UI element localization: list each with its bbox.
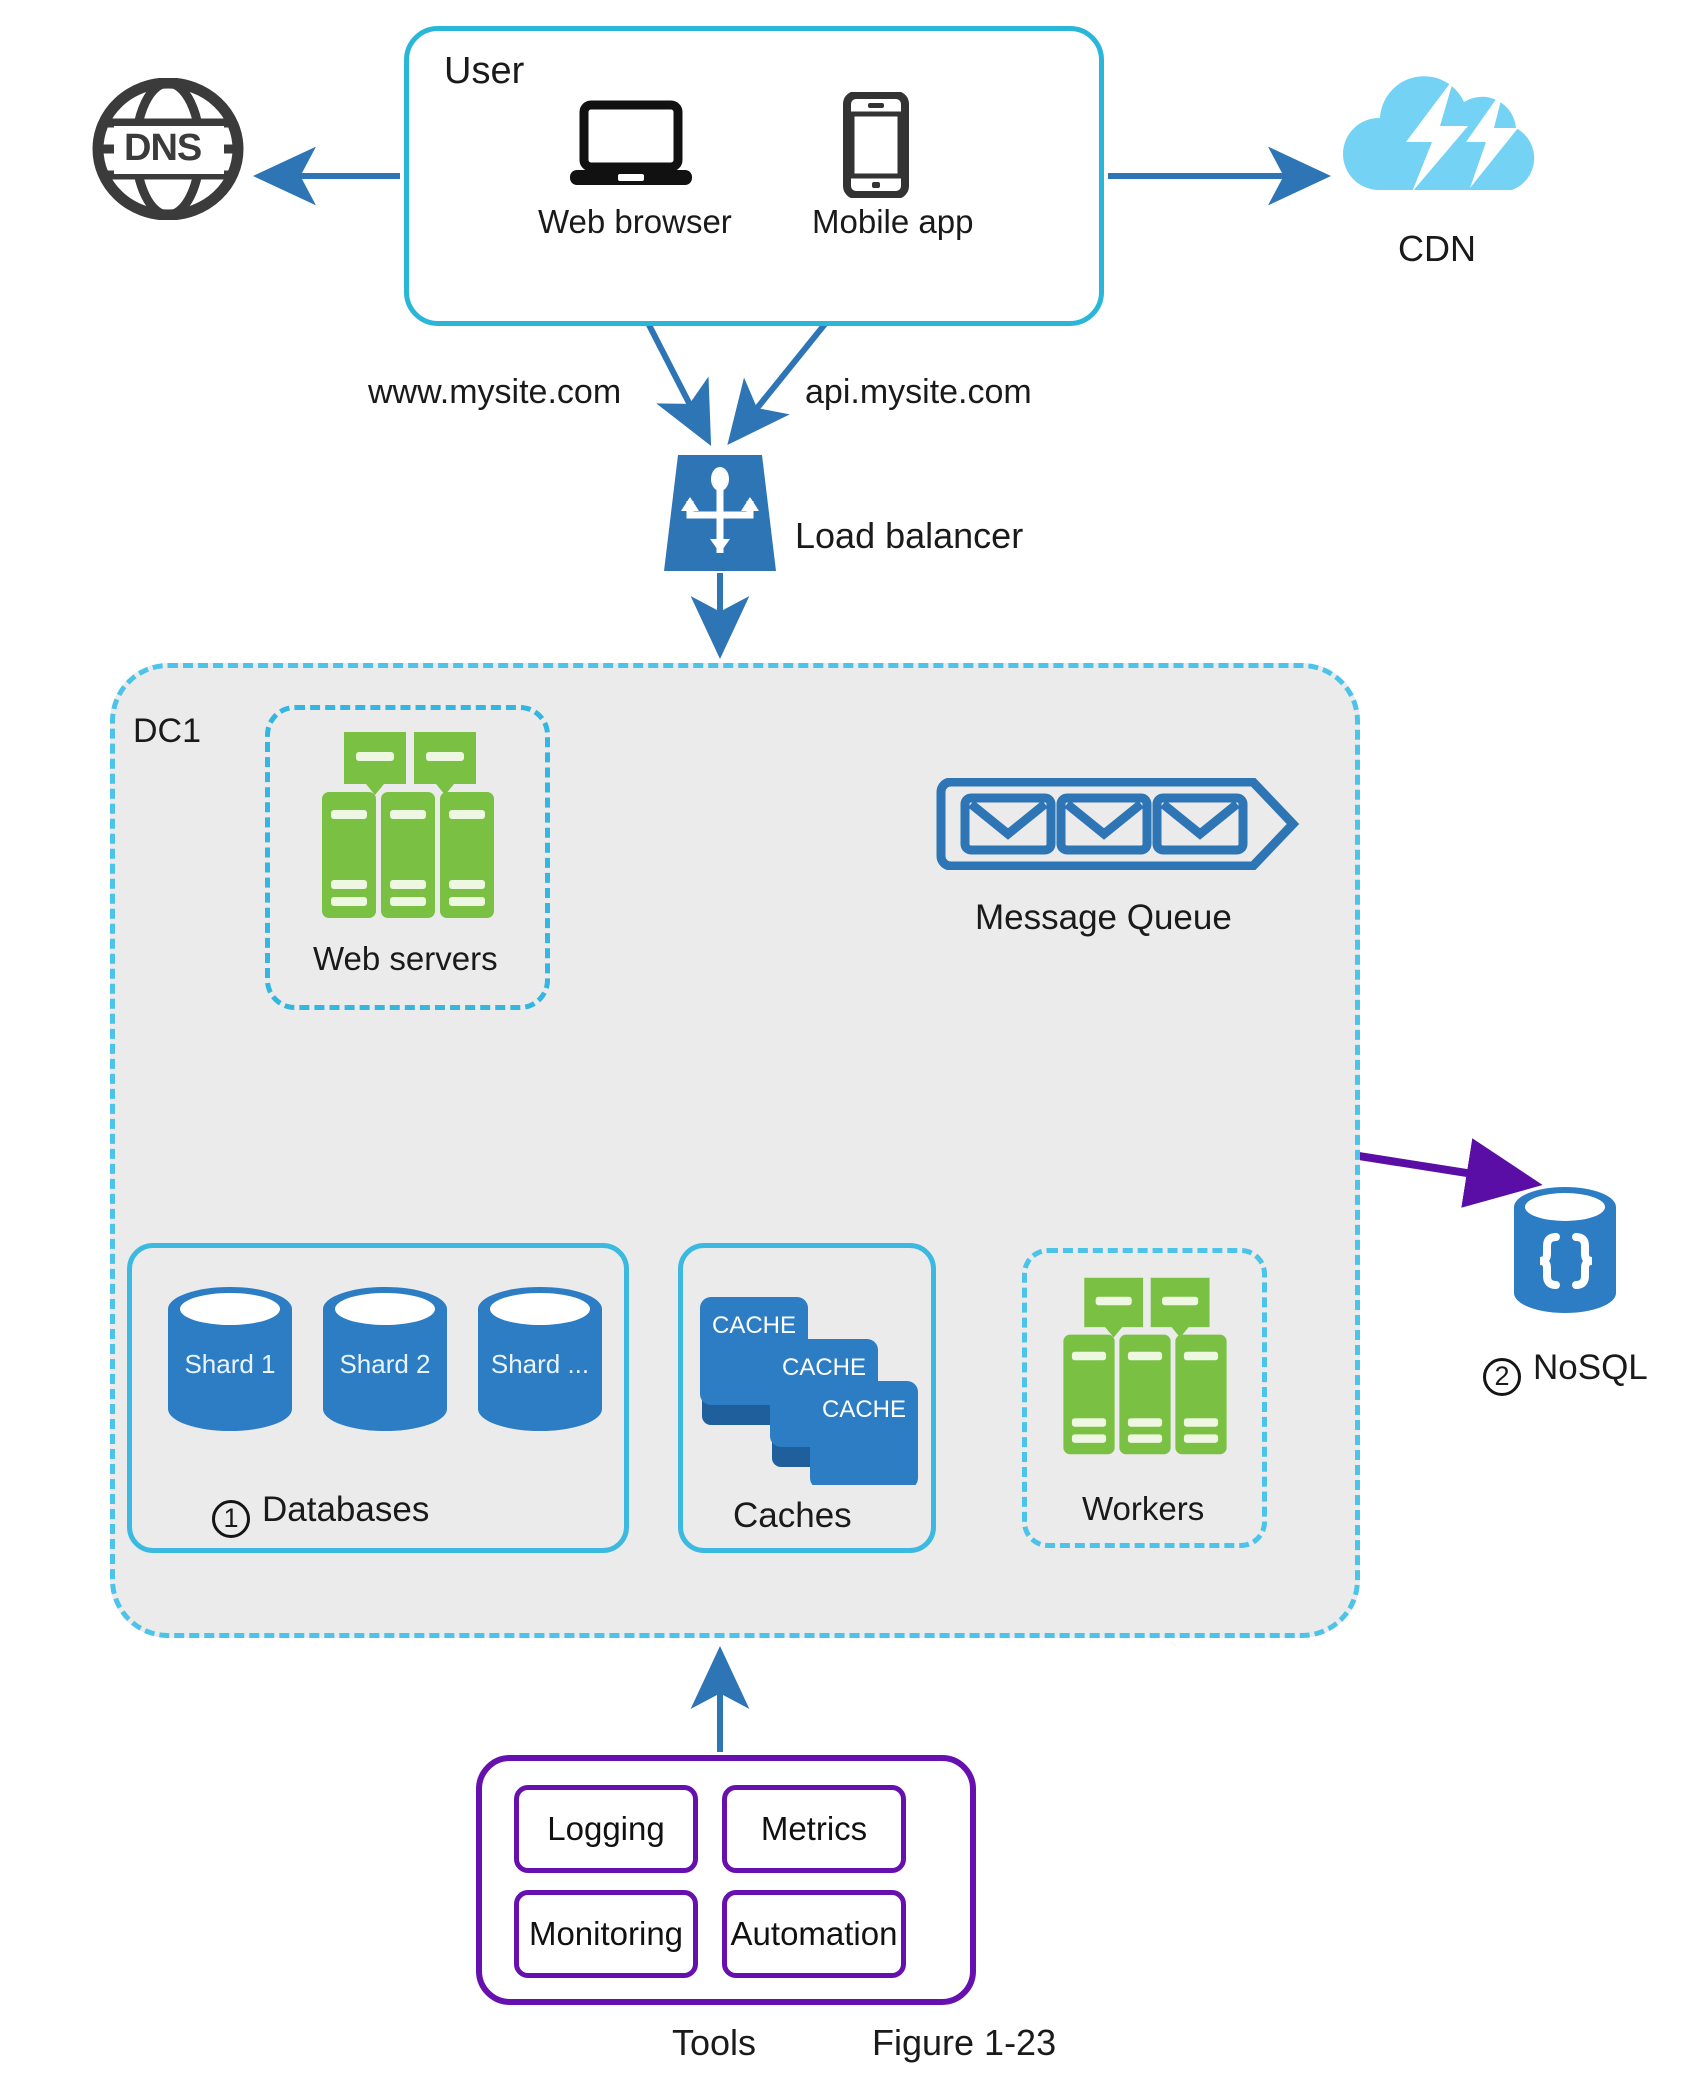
load-balancer-node[interactable] [660, 453, 780, 573]
api-domain-label: api.mysite.com [805, 373, 1032, 411]
nosql-number: 2 [1483, 1357, 1521, 1396]
user-title: User [444, 50, 525, 92]
cache-2-text: CACHE [782, 1354, 866, 1381]
nosql-cylinder-icon [1514, 1187, 1616, 1313]
load-balancer-icon [664, 455, 776, 571]
tool-metrics[interactable]: Metrics [722, 1785, 906, 1873]
load-balancer-label: Load balancer [795, 515, 1024, 556]
cache-1-text: CACHE [712, 1312, 796, 1339]
tool-logging[interactable]: Logging [514, 1785, 698, 1873]
tool-monitoring[interactable]: Monitoring [514, 1890, 698, 1978]
dns-label: DNS [124, 127, 202, 169]
web-browser-label: Web browser [538, 203, 732, 240]
smartphone-icon [843, 91, 909, 199]
caches-icon-wrap: CACHE CACHE CACHE [688, 1285, 918, 1489]
envelope-queue-icon [936, 777, 1300, 871]
server-rack-icon [322, 732, 494, 918]
nosql-label: NoSQL [1533, 1348, 1648, 1387]
cdn-label: CDN [1398, 228, 1476, 269]
datacenter-title: DC1 [133, 712, 202, 750]
www-domain-label: www.mysite.com [368, 373, 622, 411]
web-servers-label: Web servers [313, 940, 498, 977]
server-rack-icon [1063, 1277, 1227, 1455]
message-queue-label: Message Queue [975, 898, 1232, 937]
workers-label: Workers [1082, 1490, 1205, 1527]
message-queue-node[interactable] [935, 777, 1300, 871]
tool-automation[interactable]: Automation [722, 1890, 906, 1978]
database-shards-icon: Shard 1 Shard 2 Shard ... [168, 1287, 602, 1431]
databases-number: 1 [212, 1499, 250, 1538]
databases-label: Databases [262, 1490, 430, 1529]
laptop-icon [570, 100, 692, 185]
cache-3-text: CACHE [822, 1396, 906, 1423]
cloud-lightning-icon [1342, 76, 1535, 192]
web-servers-icon-wrap [310, 730, 506, 920]
workers-icon-wrap [1052, 1275, 1238, 1457]
shard-2-text: Shard 2 [339, 1349, 430, 1379]
architecture-diagram: DNS User Web browser Mobile app CDN www.… [0, 0, 1706, 2092]
tools-label: Tools [672, 2022, 757, 2063]
caches-label: Caches [733, 1496, 852, 1535]
cdn-node[interactable] [1336, 70, 1556, 195]
nosql-node[interactable] [1510, 1185, 1620, 1315]
smartphone-icon-wrap[interactable] [840, 91, 912, 199]
shards-wrap: Shard 1 Shard 2 Shard ... [160, 1285, 610, 1435]
shard-1-text: Shard 1 [184, 1349, 275, 1379]
databases-caption: 1 Databases [212, 1490, 429, 1538]
shard-3-text: Shard ... [491, 1349, 589, 1379]
laptop-icon-wrap[interactable] [566, 100, 696, 192]
mobile-app-label: Mobile app [812, 203, 974, 240]
figure-caption: Figure 1-23 [872, 2022, 1057, 2063]
nosql-caption: 2 NoSQL [1483, 1348, 1648, 1396]
cache-stack-icon: CACHE CACHE CACHE [700, 1297, 918, 1489]
